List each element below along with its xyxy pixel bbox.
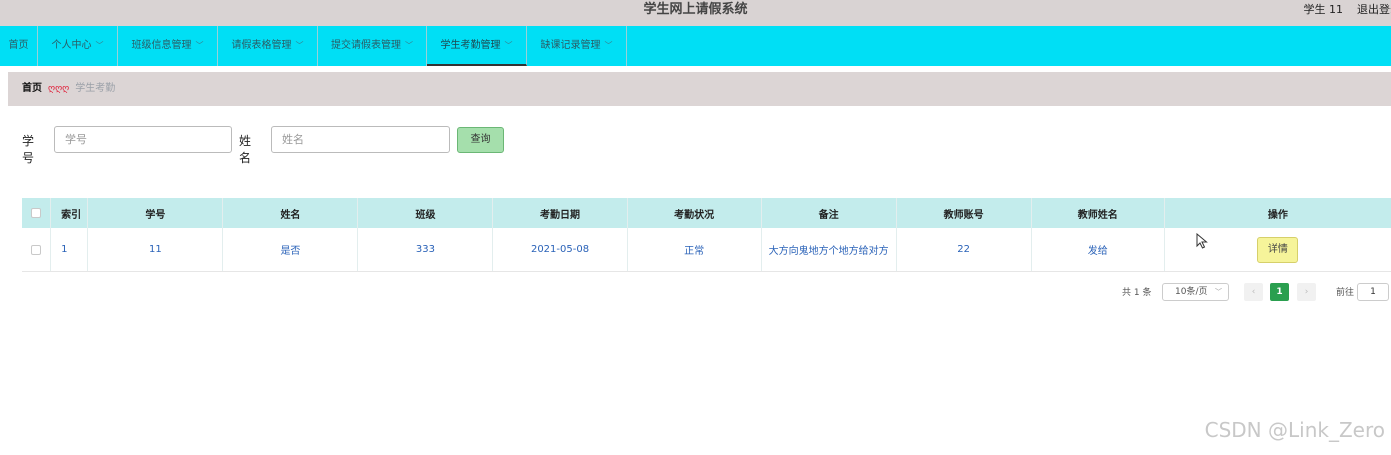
header-remark: 备注 xyxy=(762,198,897,228)
page-size-value: 10条/页 xyxy=(1175,287,1208,297)
row-select-cell xyxy=(22,228,52,271)
chevron-down-icon: ﹀ xyxy=(604,41,613,50)
content-area: 首页 ღღღ 学生考勤 学号 学号 姓名 姓名 查询 索引 学号 姓名 班级 考勤日… xyxy=(8,72,1391,314)
cell-student-no: 11 xyxy=(88,228,224,271)
nav-item-label: 请假表格管理 xyxy=(231,40,292,51)
breadcrumb-current: 学生考勤 xyxy=(75,83,116,94)
nav-item-submit-leave[interactable]: 提交请假表管理 ﹀ xyxy=(318,26,427,66)
cell-class: 333 xyxy=(358,228,494,271)
chevron-down-icon: ﹀ xyxy=(195,41,204,50)
goto-page-input[interactable]: 1 xyxy=(1357,283,1389,301)
cell-status: 正常 xyxy=(628,228,762,271)
student-no-input[interactable]: 学号 xyxy=(54,126,232,153)
chevron-down-icon: ﹀ xyxy=(504,41,513,50)
cell-name: 是否 xyxy=(223,228,359,271)
app-title: 学生网上请假系统 xyxy=(643,2,748,17)
name-input[interactable]: 姓名 xyxy=(271,126,450,153)
attendance-table: 索引 学号 姓名 班级 考勤日期 考勤状况 备注 教师账号 教师姓名 操作 1 … xyxy=(22,198,1391,272)
cell-teacher-account: 22 xyxy=(897,228,1032,271)
header-class: 班级 xyxy=(358,198,494,228)
student-no-label: 学号 xyxy=(22,134,35,165)
next-page-button[interactable]: › xyxy=(1297,283,1316,301)
header-status: 考勤状况 xyxy=(628,198,762,228)
select-all-cell xyxy=(22,198,52,228)
cell-date: 2021-05-08 xyxy=(493,228,628,271)
chevron-down-icon: ﹀ xyxy=(1215,288,1222,296)
chevron-down-icon: ﹀ xyxy=(95,41,104,50)
cell-index: 1 xyxy=(51,228,89,271)
select-all-checkbox[interactable] xyxy=(31,208,42,218)
current-user-label: 学生 11 xyxy=(1303,3,1344,16)
header-name: 姓名 xyxy=(223,198,359,228)
nav-item-leave-form[interactable]: 请假表格管理 ﹀ xyxy=(218,26,318,66)
chevron-down-icon: ﹀ xyxy=(295,41,304,50)
goto-label: 前往 xyxy=(1336,288,1355,298)
nav-item-label: 首页 xyxy=(8,40,29,51)
watermark-text: CSDN @Link_Zero xyxy=(1204,418,1385,442)
nav-item-class-info[interactable]: 班级信息管理 ﹀ xyxy=(118,26,218,66)
mouse-cursor-icon xyxy=(1196,233,1208,249)
top-header: 学生网上请假系统 学生 11 退出登录 xyxy=(0,0,1391,26)
nav-item-label: 个人中心 xyxy=(51,40,92,51)
query-button[interactable]: 查询 xyxy=(457,127,504,153)
row-checkbox[interactable] xyxy=(31,244,42,255)
header-teacher-account: 教师账号 xyxy=(897,198,1032,228)
breadcrumb-home[interactable]: 首页 xyxy=(22,83,42,94)
nav-item-home[interactable]: 首页 xyxy=(0,26,38,66)
header-action: 操作 xyxy=(1267,209,1288,221)
nav-item-label: 班级信息管理 xyxy=(131,40,192,51)
prev-page-button[interactable]: ‹ xyxy=(1244,283,1263,301)
header-index: 索引 xyxy=(51,198,89,228)
nav-item-label: 缺课记录管理 xyxy=(540,40,601,51)
breadcrumb: 首页 ღღღ 学生考勤 xyxy=(8,72,1391,106)
nav-item-absence-record[interactable]: 缺课记录管理 ﹀ xyxy=(527,26,627,66)
header-teacher-name: 教师姓名 xyxy=(1032,198,1165,228)
nav-item-label: 提交请假表管理 xyxy=(331,40,401,51)
detail-button[interactable]: 详情 xyxy=(1257,236,1299,263)
chevron-down-icon: ﹀ xyxy=(405,41,413,50)
table-row: 1 11 是否 333 2021-05-08 正常 大方向鬼地方个地方给对方 2… xyxy=(22,228,1391,272)
header-date: 考勤日期 xyxy=(493,198,628,228)
cell-remark: 大方向鬼地方个地方给对方 xyxy=(762,228,897,271)
pagination: 共 1 条 10条/页 ﹀ ‹ 1 › 前往 1 xyxy=(8,282,1391,302)
main-nav: 首页 个人中心 ﹀ 班级信息管理 ﹀ 请假表格管理 ﹀ 提交请假表管理 ﹀ 学生考勤管理… xyxy=(0,26,1391,66)
nav-item-personal-center[interactable]: 个人中心 ﹀ xyxy=(38,26,118,66)
table-header-row: 索引 学号 姓名 班级 考勤日期 考勤状况 备注 教师账号 教师姓名 操作 xyxy=(22,198,1391,228)
pagination-total: 共 1 条 xyxy=(1122,288,1152,298)
header-student-no: 学号 xyxy=(88,198,224,228)
nav-item-attendance[interactable]: 学生考勤管理 ﹀ xyxy=(427,26,527,66)
nav-item-label: 学生考勤管理 xyxy=(440,40,501,51)
breadcrumb-separator-icon: ღღღ xyxy=(48,84,70,94)
name-label: 姓名 xyxy=(239,134,252,165)
logout-link[interactable]: 退出登录 xyxy=(1357,0,1391,20)
cell-teacher-name: 发给 xyxy=(1032,228,1165,271)
page-size-select[interactable]: 10条/页 ﹀ xyxy=(1162,283,1229,301)
page-number-current[interactable]: 1 xyxy=(1270,283,1289,301)
